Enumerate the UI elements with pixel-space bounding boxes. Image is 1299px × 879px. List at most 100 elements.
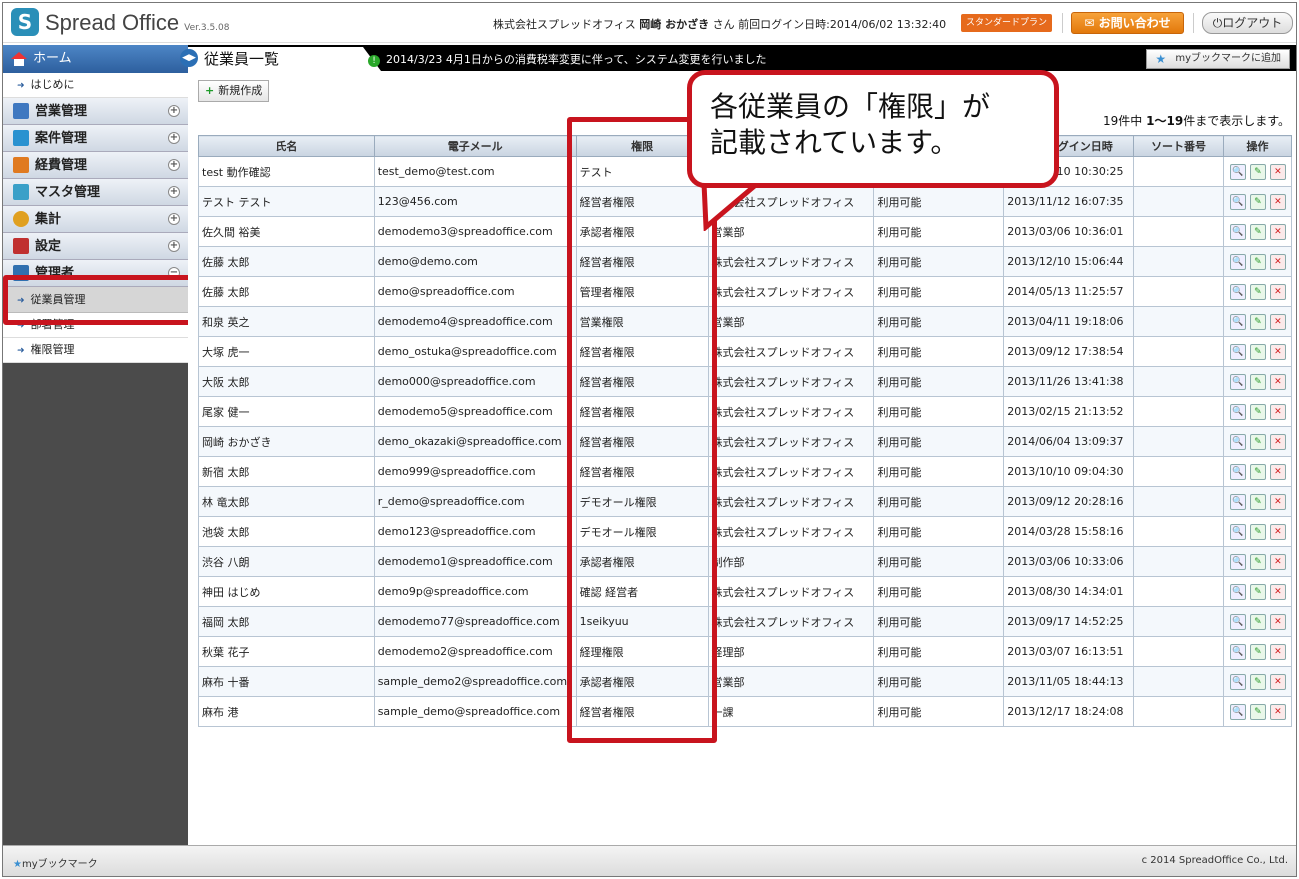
delete-icon[interactable]: ✕ (1269, 463, 1286, 480)
edit-icon[interactable]: ✎ (1249, 403, 1266, 420)
view-icon[interactable]: 🔍 (1229, 673, 1246, 690)
view-icon[interactable]: 🔍 (1229, 433, 1246, 450)
edit-icon[interactable]: ✎ (1249, 673, 1266, 690)
expand-icon[interactable]: + (168, 240, 180, 252)
view-icon[interactable]: 🔍 (1229, 493, 1246, 510)
delete-icon[interactable]: ✕ (1269, 313, 1286, 330)
table-row[interactable]: 麻布 十番 sample_demo2@spreadoffice.com 承認者権限営… (198, 666, 1293, 697)
view-icon[interactable]: 🔍 (1229, 523, 1246, 540)
delete-icon[interactable]: ✕ (1269, 193, 1286, 210)
edit-icon[interactable]: ✎ (1249, 583, 1266, 600)
edit-icon[interactable]: ✎ (1249, 343, 1266, 360)
column-header-sort[interactable]: ソート番号 (1133, 135, 1224, 157)
add-bookmark-button[interactable]: myブックマークに追加 (1146, 49, 1290, 69)
delete-icon[interactable]: ✕ (1269, 493, 1286, 510)
table-row[interactable]: 池袋 太郎 demo123@spreadoffice.com デモオール権限 株式会社… (198, 516, 1293, 547)
edit-icon[interactable]: ✎ (1249, 193, 1266, 210)
delete-icon[interactable]: ✕ (1269, 223, 1286, 240)
delete-icon[interactable]: ✕ (1269, 433, 1286, 450)
edit-icon[interactable]: ✎ (1249, 163, 1266, 180)
sidebar-item-expenses[interactable]: 経費管理 + (3, 152, 188, 179)
expand-icon[interactable]: + (168, 213, 180, 225)
contact-button[interactable]: ✉ お問い合わせ (1071, 12, 1184, 34)
view-icon[interactable]: 🔍 (1229, 403, 1246, 420)
edit-icon[interactable]: ✎ (1249, 493, 1266, 510)
view-icon[interactable]: 🔍 (1229, 283, 1246, 300)
edit-icon[interactable]: ✎ (1249, 703, 1266, 720)
notice-banner[interactable]: ! 2014/3/23 4月1日からの消費税率変更に伴って、システム変更を行いまし… (368, 51, 766, 67)
view-icon[interactable]: 🔍 (1229, 463, 1246, 480)
expand-icon[interactable]: + (168, 132, 180, 144)
column-header-name[interactable]: 氏名 (198, 135, 375, 157)
table-row[interactable]: 尾家 健一 demodemo5@spreadoffice.com 経営者権限 株式会社… (198, 396, 1293, 427)
sidebar-item-projects[interactable]: 案件管理 + (3, 125, 188, 152)
delete-icon[interactable]: ✕ (1269, 613, 1286, 630)
delete-icon[interactable]: ✕ (1269, 583, 1286, 600)
edit-icon[interactable]: ✎ (1249, 433, 1266, 450)
view-icon[interactable]: 🔍 (1229, 643, 1246, 660)
table-row[interactable]: 大塚 虎一 demo_ostuka@spreadoffice.com 経営者権限 株式… (198, 336, 1293, 367)
delete-icon[interactable]: ✕ (1269, 703, 1286, 720)
delete-icon[interactable]: ✕ (1269, 403, 1286, 420)
delete-icon[interactable]: ✕ (1269, 373, 1286, 390)
table-row[interactable]: 神田 はじめ demo9p@spreadoffice.com 確認 経営者 株式会社ス… (198, 576, 1293, 607)
delete-icon[interactable]: ✕ (1269, 163, 1286, 180)
sidebar-item-sales[interactable]: 営業管理 + (3, 98, 188, 125)
table-row[interactable]: 佐藤 太郎 demo@demo.com 経営者権限 株式会社スプレッドオフィス 利用可能… (198, 246, 1293, 277)
sidebar-item-reports[interactable]: 集計 + (3, 206, 188, 233)
view-icon[interactable]: 🔍 (1229, 253, 1246, 270)
edit-icon[interactable]: ✎ (1249, 283, 1266, 300)
view-icon[interactable]: 🔍 (1229, 343, 1246, 360)
expand-icon[interactable]: + (168, 105, 180, 117)
edit-icon[interactable]: ✎ (1249, 613, 1266, 630)
view-icon[interactable]: 🔍 (1229, 583, 1246, 600)
view-icon[interactable]: 🔍 (1229, 553, 1246, 570)
table-row[interactable]: 秋葉 花子 demodemo2@spreadoffice.com 経理権限 経理部 利用… (198, 636, 1293, 667)
table-row[interactable]: 岡崎 おかざき demo_okazaki@spreadoffice.com 経営者権… (198, 426, 1293, 457)
edit-icon[interactable]: ✎ (1249, 463, 1266, 480)
edit-icon[interactable]: ✎ (1249, 253, 1266, 270)
column-header-email[interactable]: 電子メール (373, 135, 577, 157)
edit-icon[interactable]: ✎ (1249, 313, 1266, 330)
company-name: 株式会社スプレッドオフィス (493, 18, 636, 31)
sidebar-item-home[interactable]: ホーム (3, 45, 188, 73)
table-row[interactable]: 福岡 太郎 demodemo77@spreadoffice.com 1seikyuu… (198, 606, 1293, 637)
table-row[interactable]: 渋谷 八朗 demodemo1@spreadoffice.com 承認者権限 制作部利… (198, 546, 1293, 577)
table-row[interactable]: 林 竜太郎 r_demo@spreadoffice.com デモオール権限 株式会社ス… (198, 486, 1293, 517)
sidebar-item-master[interactable]: マスタ管理 + (3, 179, 188, 206)
view-icon[interactable]: 🔍 (1229, 193, 1246, 210)
edit-icon[interactable]: ✎ (1249, 553, 1266, 570)
edit-icon[interactable]: ✎ (1249, 223, 1266, 240)
view-icon[interactable]: 🔍 (1229, 373, 1246, 390)
view-icon[interactable]: 🔍 (1229, 703, 1246, 720)
new-button[interactable]: + 新規作成 (198, 80, 270, 102)
view-icon[interactable]: 🔍 (1229, 313, 1246, 330)
footer-bookmark[interactable]: ★myブックマーク (13, 855, 98, 870)
sidebar-item-intro[interactable]: ➜ はじめに (3, 73, 188, 98)
delete-icon[interactable]: ✕ (1269, 283, 1286, 300)
logo[interactable]: S Spread Office Ver.3.5.08 (11, 8, 229, 36)
delete-icon[interactable]: ✕ (1269, 343, 1286, 360)
expand-icon[interactable]: + (168, 159, 180, 171)
delete-icon[interactable]: ✕ (1269, 523, 1286, 540)
delete-icon[interactable]: ✕ (1269, 673, 1286, 690)
table-row[interactable]: 佐藤 太郎 demo@spreadoffice.com 管理者権限 株式会社スプレッド… (198, 276, 1293, 307)
edit-icon[interactable]: ✎ (1249, 373, 1266, 390)
table-row[interactable]: 新宿 太郎 demo999@spreadoffice.com 経営者権限 株式会社スプ… (198, 456, 1293, 487)
view-icon[interactable]: 🔍 (1229, 223, 1246, 240)
sidebar-item-permissions[interactable]: ➜ 権限管理 (3, 338, 188, 363)
logout-button[interactable]: ⏻ログアウト (1202, 12, 1293, 34)
delete-icon[interactable]: ✕ (1269, 253, 1286, 270)
sidebar-item-settings[interactable]: 設定 + (3, 233, 188, 260)
expand-icon[interactable]: + (168, 186, 180, 198)
delete-icon[interactable]: ✕ (1269, 553, 1286, 570)
view-icon[interactable]: 🔍 (1229, 163, 1246, 180)
table-row[interactable]: 大阪 太郎 demo000@spreadoffice.com 経営者権限 株式会社スプ… (198, 366, 1293, 397)
table-row[interactable]: 麻布 港 sample_demo@spreadoffice.com 経営者権限 一課利… (198, 696, 1293, 727)
sidebar-toggle-icon[interactable]: ◀▶ (180, 49, 198, 67)
edit-icon[interactable]: ✎ (1249, 523, 1266, 540)
table-row[interactable]: 和泉 英之 demodemo4@spreadoffice.com 営業権限 営業部 利用… (198, 306, 1293, 337)
edit-icon[interactable]: ✎ (1249, 643, 1266, 660)
delete-icon[interactable]: ✕ (1269, 643, 1286, 660)
view-icon[interactable]: 🔍 (1229, 613, 1246, 630)
